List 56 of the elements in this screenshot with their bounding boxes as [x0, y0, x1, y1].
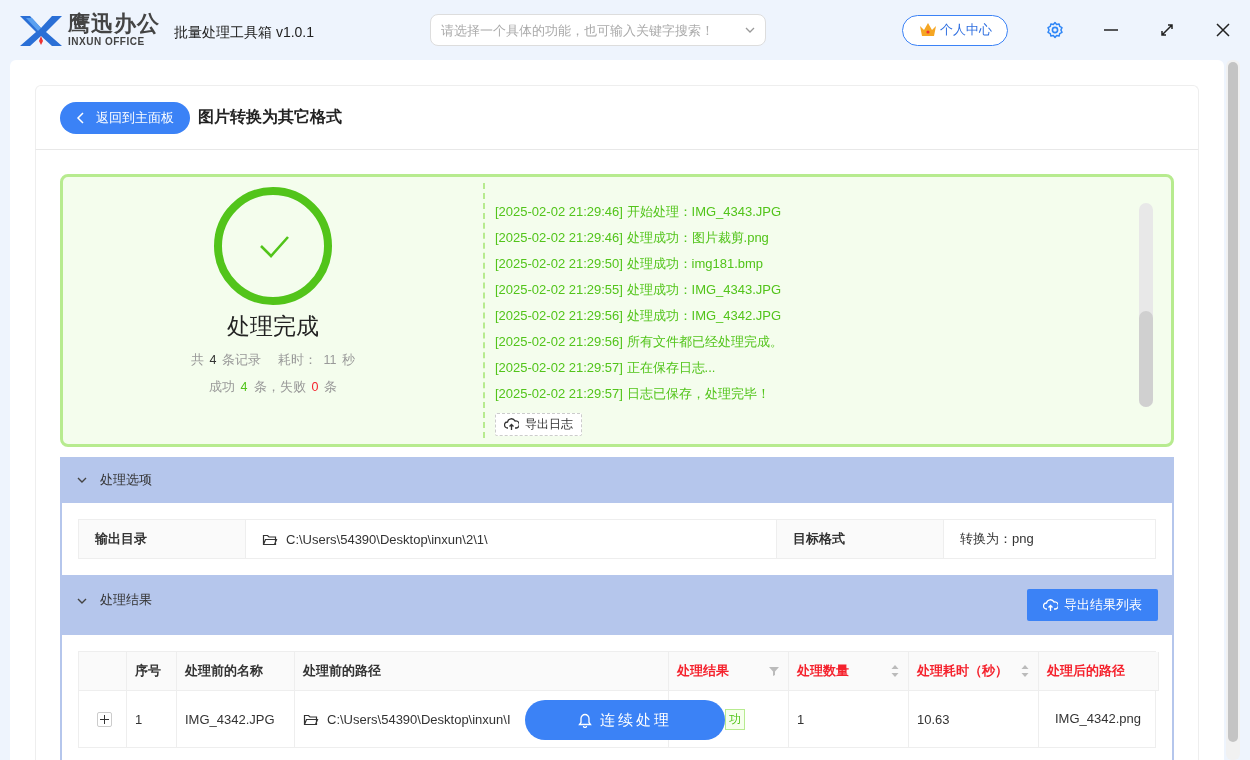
section-header[interactable]: 处理选项 [60, 457, 1174, 503]
sort-icon [1020, 664, 1030, 678]
scrollbar[interactable] [1139, 203, 1153, 407]
logo-subtitle: INXUN OFFICE [68, 37, 146, 47]
log-line: [2025-02-02 21:29:55] 处理成功：IMG_4343.JPG [495, 281, 783, 299]
column-header[interactable]: 处理结果 [669, 652, 789, 691]
table-cell: IMG_4342.JPG [177, 691, 295, 747]
field-label: 目标格式 [777, 520, 944, 558]
settings-icon[interactable] [1046, 21, 1064, 39]
log-line: [2025-02-02 21:29:46] 开始处理：IMG_4343.JPG [495, 203, 783, 221]
export-results-button[interactable]: 导出结果列表 [1027, 589, 1158, 621]
column-header[interactable]: 处理后的路径 [1039, 652, 1159, 691]
crown-icon [918, 22, 937, 38]
column-header[interactable]: 处理数量 [789, 652, 909, 691]
column-header[interactable]: 处理耗时（秒） [909, 652, 1039, 691]
export-log-button[interactable]: 导出日志 [495, 413, 582, 436]
column-header[interactable]: 序号 [127, 652, 177, 691]
user-center-button[interactable]: 个人中心 [902, 14, 1008, 46]
check-circle-icon [212, 185, 334, 307]
continue-button[interactable]: 连续处理 [525, 700, 725, 740]
sort-icon [890, 664, 900, 678]
filter-icon [768, 665, 780, 677]
chevron-left-icon [76, 111, 86, 124]
column-header[interactable]: 处理前的名称 [177, 652, 295, 691]
scrollbar[interactable] [1226, 60, 1240, 760]
log-line: [2025-02-02 21:29:57] 日志已保存，处理完毕！ [495, 385, 771, 403]
log-line: [2025-02-02 21:29:46] 处理成功：图片裁剪.png [495, 229, 770, 247]
back-button[interactable]: 返回到主面板 [60, 101, 190, 134]
summary-text: 成功 4 条，失败 0 条 [207, 379, 339, 396]
status-title: 处理完成 [227, 312, 319, 341]
expand-row-button[interactable] [97, 711, 112, 727]
table-cell: 1 [789, 691, 909, 747]
log-line: [2025-02-02 21:29:50] 处理成功：img181.bmp [495, 255, 765, 273]
logo-title: 鹰迅办公 [68, 13, 160, 35]
field-value: 转换为：png [959, 530, 1035, 548]
page-title: 图片转换为其它格式 [198, 107, 342, 127]
table-cell: 10.63 [909, 691, 1039, 747]
log-line: [2025-02-02 21:29:57] 正在保存日志... [495, 359, 717, 377]
app-title: 批量处理工具箱 v1.0.1 [174, 24, 315, 42]
close-icon[interactable] [1214, 21, 1232, 39]
table-cell: 1 [127, 691, 177, 747]
log-line: [2025-02-02 21:29:56] 所有文件都已经处理完成。 [495, 333, 784, 351]
cloud-upload-icon [1043, 597, 1058, 613]
maximize-icon[interactable] [1158, 21, 1176, 39]
field-label: 输出目录 [79, 520, 246, 558]
section-title: 处理结果 [100, 591, 152, 609]
plus-icon [100, 714, 109, 724]
section-title: 处理选项 [100, 471, 152, 489]
column-header[interactable]: 处理前的路径 [295, 652, 669, 691]
cloud-upload-icon [504, 417, 519, 432]
log-line: [2025-02-02 21:29:56] 处理成功：IMG_4342.JPG [495, 307, 783, 325]
status-tag: 功 [725, 708, 745, 730]
table-cell-text: IMG_4342.png [1054, 710, 1142, 728]
section-header[interactable]: 处理结果 导出结果列表 [60, 575, 1174, 635]
summary-text: 共 4 条记录 耗时： 11 秒 [189, 352, 357, 369]
bell-icon [578, 712, 592, 728]
